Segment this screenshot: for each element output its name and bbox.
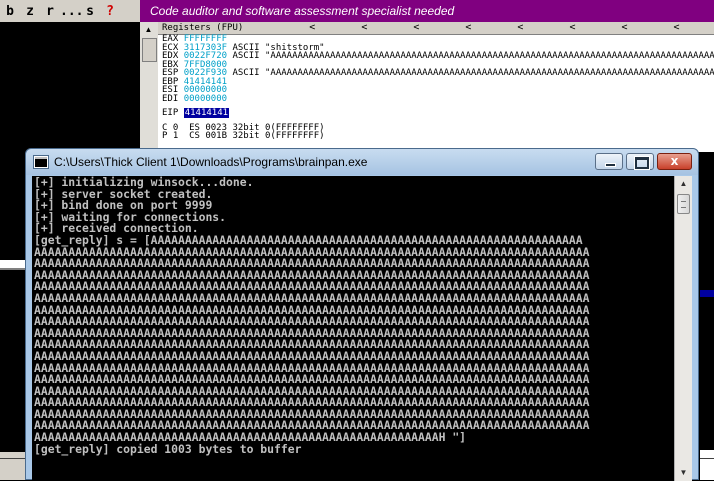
nav-arrow-icon[interactable]: < [361, 23, 367, 33]
register-value: 00000000 [183, 93, 228, 104]
debugger-right-bottom [700, 450, 714, 480]
console-window-title: C:\Users\Thick Client 1\Downloads\Progra… [54, 155, 368, 169]
nav-arrow-icon[interactable]: < [413, 23, 419, 33]
console-titlebar[interactable]: C:\Users\Thick Client 1\Downloads\Progra… [26, 149, 698, 175]
register-name: EIP [162, 108, 179, 118]
scroll-up-arrow-icon[interactable]: ▲ [677, 177, 690, 191]
register-edi[interactable]: EDI 00000000 [158, 93, 714, 104]
debugger-banner[interactable]: Code auditor and software assessment spe… [140, 0, 714, 22]
maximize-button[interactable] [626, 153, 654, 170]
register-esi[interactable]: ESI 00000000 [158, 86, 714, 95]
nav-arrow-icon[interactable]: < [674, 23, 680, 33]
scroll-down-arrow-icon[interactable]: ▼ [677, 466, 690, 480]
scroll-up-arrow-icon[interactable]: ▲ [142, 25, 155, 35]
close-button[interactable]: x [657, 153, 692, 170]
nav-arrow-icon[interactable]: < [517, 23, 523, 33]
register-ebp[interactable]: EBP 41414141 [158, 77, 714, 86]
close-icon: x [670, 154, 679, 168]
flag-line: P 1 CS 001B 32bit 0(FFFFFFFF) [162, 131, 325, 141]
scroll-thumb[interactable] [142, 38, 157, 62]
registers-nav: < < < < < < < < [309, 23, 680, 33]
toolbar-z-button[interactable]: z [20, 4, 40, 19]
console-app-icon[interactable] [33, 155, 49, 169]
debugger-right-selection [700, 290, 714, 297]
nav-arrow-icon[interactable]: < [465, 23, 471, 33]
console-line: [get_reply] copied 1003 bytes to buffer [34, 441, 302, 456]
left-pane-divider [0, 260, 26, 268]
register-esp[interactable]: ESP 0022F930 ASCII "AAAAAAAAAAAAAAAAAAAA… [158, 69, 714, 78]
register-extra: ASCII "AAAAAAAAAAAAAAAAAAAAAAAAAAAAAAAAA… [232, 51, 714, 61]
registers-header: Registers (FPU) < < < < < < < < [158, 22, 714, 35]
debugger-right-bottom-line [700, 458, 714, 459]
debugger-toolbar: b z r ... s ? [0, 0, 140, 23]
console-window[interactable]: C:\Users\Thick Client 1\Downloads\Progra… [25, 148, 699, 481]
nav-arrow-icon[interactable]: < [309, 23, 315, 33]
toolbar-r-button[interactable]: r [40, 4, 60, 19]
registers-scrollbar[interactable]: ▲ [140, 22, 159, 152]
toolbar-b-button[interactable]: b [0, 4, 20, 19]
register-edx[interactable]: EDX 0022F720 ASCII "AAAAAAAAAAAAAAAAAAAA… [158, 52, 714, 61]
eip-value-highlight: 41414141 [183, 108, 230, 118]
nav-arrow-icon[interactable]: < [569, 23, 575, 33]
console-output[interactable]: [+] initializing winsock...done. [+] serv… [32, 176, 674, 481]
register-extra: ASCII "AAAAAAAAAAAAAAAAAAAAAAAAAAAAAAAAA… [232, 68, 714, 78]
minimize-button[interactable] [595, 153, 623, 170]
toolbar-s-button[interactable]: s [80, 4, 100, 19]
console-scrollbar[interactable]: ▲ ▼ [674, 176, 692, 481]
registers-title: Registers (FPU) [162, 22, 244, 33]
register-eip[interactable]: EIP 41414141 [158, 108, 714, 118]
left-pane-bottom [0, 452, 26, 480]
toolbar-help-button[interactable]: ? [100, 4, 120, 19]
left-pane-divider-shadow [0, 268, 26, 270]
scroll-thumb[interactable] [677, 194, 690, 214]
toolbar-more-button[interactable]: ... [60, 4, 83, 19]
registers-pane: Registers (FPU) < < < < < < < < EAX FFFF… [158, 22, 714, 152]
nav-arrow-icon[interactable]: < [621, 23, 627, 33]
register-name: EDI [162, 93, 179, 104]
left-pane-bottom-line [0, 458, 26, 459]
